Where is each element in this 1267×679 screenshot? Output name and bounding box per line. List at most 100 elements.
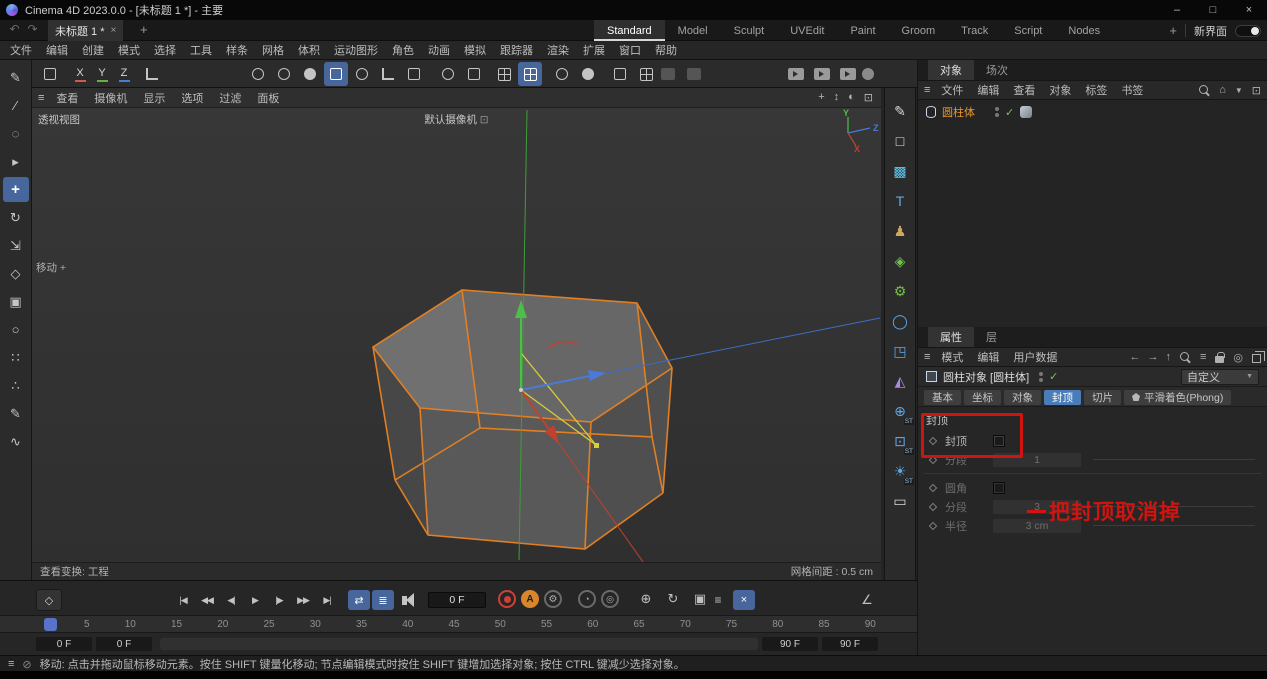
om-menu-item[interactable]: 查看 (1006, 82, 1042, 98)
am-target-icon[interactable]: ◎ (1233, 351, 1243, 364)
viewport-corner-icon[interactable]: ↕ (834, 91, 840, 104)
menu-item[interactable]: 渲染 (540, 42, 576, 58)
tablet-icon[interactable]: ▭ (887, 488, 913, 514)
menu-item[interactable]: 编辑 (39, 42, 75, 58)
menu-item[interactable]: 样条 (219, 42, 255, 58)
range-scrollbar[interactable] (160, 638, 758, 650)
viewport-hamburger-icon[interactable]: ≡ (38, 92, 48, 104)
model-mode-icon[interactable] (350, 62, 374, 86)
new-ui-toggle[interactable] (1235, 25, 1261, 37)
knife-tool-icon[interactable]: ∕ (3, 93, 29, 118)
add-tab-button[interactable]: + (140, 22, 148, 37)
texture-mode-icon[interactable] (376, 62, 400, 86)
goto-start-button[interactable]: |◀ (172, 589, 194, 611)
om-filter-icon[interactable]: ▼ (1235, 86, 1243, 95)
make-editable-icon[interactable] (246, 62, 270, 86)
model-mode-icon[interactable]: ▣ (3, 289, 29, 314)
layout-tab-paint[interactable]: Paint (837, 20, 888, 41)
tab-basic[interactable]: 基本 (924, 390, 961, 405)
move-tool-icon[interactable]: + (3, 177, 29, 202)
om-menu-item[interactable]: 编辑 (970, 82, 1006, 98)
y-axis-lock-button[interactable]: Y (92, 62, 112, 86)
current-frame-field[interactable]: 0 F (428, 592, 486, 608)
am-nav-icon[interactable]: → (1147, 351, 1158, 363)
live-selection-icon[interactable]: ◌ (3, 121, 29, 146)
keyframe-diamond-button[interactable]: ◇ (36, 589, 62, 611)
am-nav-icon[interactable]: ← (1129, 351, 1140, 363)
prev-key-button[interactable]: ◀◀ (196, 589, 218, 611)
pick-tool-icon[interactable]: ▸ (3, 149, 29, 174)
enable-axis-icon[interactable]: ○ (3, 317, 29, 342)
reset-psr-icon[interactable] (436, 62, 460, 86)
phong-tag-icon[interactable] (1020, 106, 1032, 118)
menu-item[interactable]: 工具 (183, 42, 219, 58)
range-start-field[interactable]: 0 F (36, 637, 92, 651)
brush-tool-icon[interactable]: ✎ (3, 401, 29, 426)
om-window-icon[interactable]: ⊡ (1252, 84, 1261, 97)
pen-tool-icon[interactable]: ✎ (887, 98, 913, 124)
tab-attributes[interactable]: 属性 (928, 327, 974, 347)
key-diamond-icon[interactable] (929, 521, 937, 529)
polygons-mode-icon[interactable] (324, 62, 348, 86)
layout-tab-sculpt[interactable]: Sculpt (721, 20, 778, 41)
redo-icon[interactable]: ↷ (24, 22, 41, 36)
make-editable-icon[interactable]: ◇ (3, 261, 29, 286)
tab-objects[interactable]: 对象 (928, 60, 974, 80)
menu-item[interactable]: 网格 (255, 42, 291, 58)
add-layout-button[interactable]: + (1169, 23, 1177, 38)
am-nav-icon[interactable]: ↑ (1165, 351, 1171, 363)
menu-item[interactable]: 模式 (111, 42, 147, 58)
om-home-icon[interactable]: ⌂ (1219, 84, 1226, 96)
menu-item[interactable]: 角色 (385, 42, 421, 58)
keyframe-settings-button[interactable]: ⚙ (544, 590, 562, 608)
om-menu-item[interactable]: 书签 (1114, 82, 1150, 98)
record-rotation-button[interactable]: ↻ (663, 589, 683, 609)
key-diamond-icon[interactable] (929, 483, 937, 491)
rotate-tool-icon[interactable]: ↻ (3, 205, 29, 230)
view-solo-icon[interactable] (550, 62, 574, 86)
viewport-corner-icon[interactable]: ◐ (848, 91, 855, 104)
viewport-menu-item[interactable]: 显示 (135, 90, 173, 106)
scatter-object-icon[interactable]: ⊡ST (887, 428, 913, 454)
timeline-ruler[interactable]: 51015202530354045505560657075808590 (0, 615, 917, 633)
layout-tab-uvedit[interactable]: UVEdit (777, 20, 837, 41)
document-tab[interactable]: 未标题 1 * × (48, 20, 123, 41)
object-row-cylinder[interactable]: 圆柱体 ✓ (918, 103, 1267, 121)
object-name[interactable]: 圆柱体 (942, 104, 975, 120)
scatter-globe-icon[interactable]: ⊕ST (887, 398, 913, 424)
workplane-lock-icon[interactable] (38, 62, 62, 86)
range-end-field[interactable]: 90 F (822, 637, 878, 651)
points-mode-icon[interactable] (272, 62, 296, 86)
record-selection-button[interactable]: ◎ (601, 590, 619, 608)
next-key-button[interactable]: ▶▶ (292, 589, 314, 611)
scale-tool-icon[interactable]: ⇲ (3, 233, 29, 258)
scatter-light-icon[interactable]: ☀ST (887, 458, 913, 484)
am-hamburger-icon[interactable]: ≡ (924, 351, 934, 363)
next-frame-button[interactable]: |▶ (268, 589, 290, 611)
keybar-toggle-button[interactable]: ≣ (372, 590, 394, 610)
menu-item[interactable]: 文件 (3, 42, 39, 58)
animation-layers-button[interactable]: ≡ (708, 590, 728, 610)
visibility-dots-icon[interactable] (995, 107, 999, 117)
volume-mesher-icon[interactable] (682, 62, 706, 86)
minimize-button[interactable]: – (1159, 0, 1195, 20)
preview-end-field[interactable]: 90 F (762, 637, 818, 651)
record-clock-button[interactable]: ◔ (578, 590, 596, 608)
close-tab-icon[interactable]: × (111, 25, 117, 36)
tab-caps[interactable]: 封顶 (1044, 390, 1081, 405)
axis-center-icon[interactable] (462, 62, 486, 86)
primitive-cube-icon[interactable]: □ (887, 128, 913, 154)
am-bars-icon[interactable]: ≡ (1200, 351, 1206, 363)
menu-item[interactable]: 跟踪器 (493, 42, 540, 58)
tab-takes[interactable]: 场次 (974, 60, 1020, 80)
tab-object[interactable]: 对象 (1004, 390, 1041, 405)
layout-tab-track[interactable]: Track (948, 20, 1001, 41)
volume-icon[interactable]: ▩ (887, 158, 913, 184)
layout-tab-model[interactable]: Model (665, 20, 721, 41)
menu-item[interactable]: 创建 (75, 42, 111, 58)
mirror-tool-icon[interactable] (608, 62, 632, 86)
record-parameter-button[interactable]: ▣ (690, 589, 710, 609)
record-position-button[interactable]: ⊕ (636, 589, 656, 609)
workplane-icon[interactable]: ◳ (887, 338, 913, 364)
play-button[interactable]: ▶ (244, 589, 266, 611)
